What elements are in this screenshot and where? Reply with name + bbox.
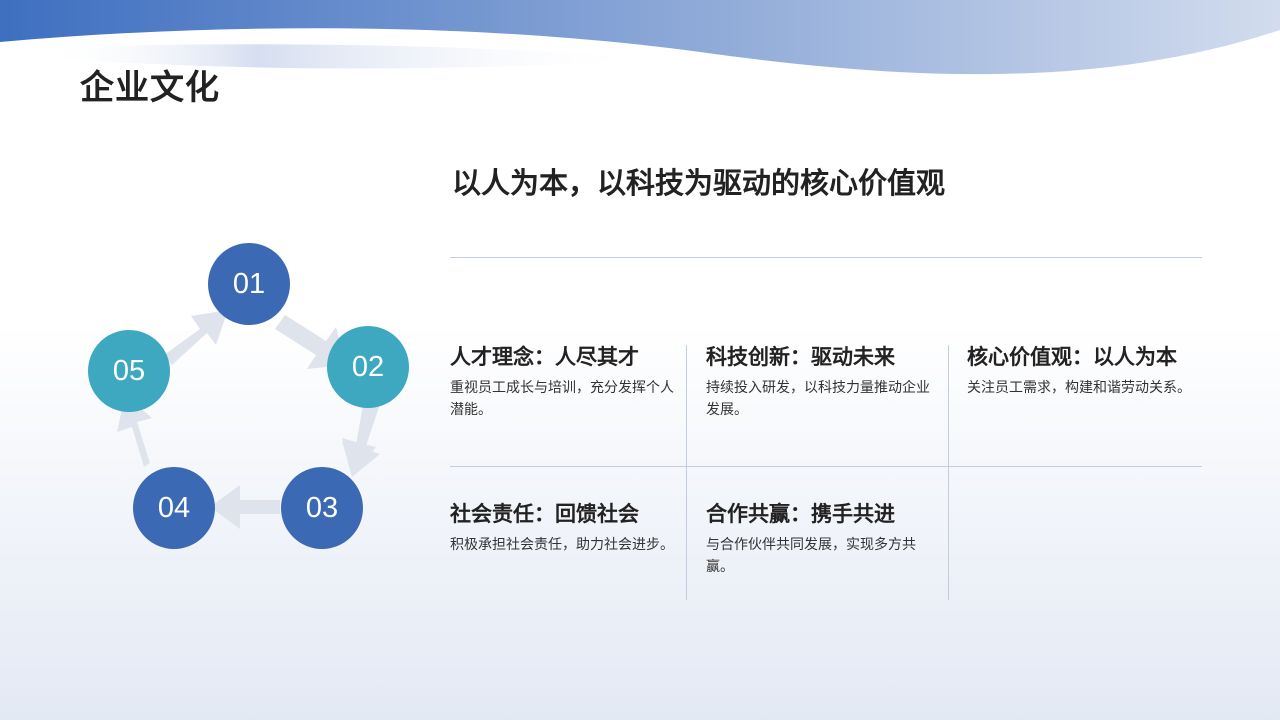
arrow-02-03b bbox=[342, 399, 380, 477]
cell-title: 科技创新：驱动未来 bbox=[706, 345, 895, 369]
cell-description: 与合作伙伴共同发展，实现多方共赢。 bbox=[706, 537, 916, 575]
value-cell-core-values: 核心价值观：以人为本 关注员工需求，构建和谐劳动关系。 bbox=[967, 341, 1197, 399]
arrow-05-01 bbox=[164, 310, 228, 365]
value-cell-innovation: 科技创新：驱动未来 持续投入研发，以科技力量推动企业发展。 bbox=[706, 341, 936, 421]
cell-description: 重视员工成长与培训，充分发挥个人潜能。 bbox=[450, 380, 674, 418]
page-title: 企业文化 bbox=[80, 68, 220, 108]
grid-divider-h bbox=[450, 466, 1202, 467]
value-cell-social-responsibility: 社会责任：回馈社会 积极承担社会责任，助力社会进步。 bbox=[450, 498, 680, 556]
section-subtitle: 以人为本，以科技为驱动的核心价值观 bbox=[452, 166, 946, 200]
cell-title: 人才理念：人尽其才 bbox=[450, 345, 639, 369]
value-cell-talent: 人才理念：人尽其才 重视员工成长与培训，充分发挥个人潜能。 bbox=[450, 341, 680, 421]
cell-description: 积极承担社会责任，助力社会进步。 bbox=[450, 537, 674, 553]
cell-title: 社会责任：回馈社会 bbox=[450, 502, 639, 526]
cell-description: 持续投入研发，以科技力量推动企业发展。 bbox=[706, 380, 930, 418]
cycle-node-04: 04 bbox=[133, 467, 215, 549]
grid-divider-v1 bbox=[686, 345, 687, 600]
grid-divider-v2 bbox=[948, 345, 949, 600]
cycle-diagram: 01 02 03 04 05 bbox=[80, 235, 420, 555]
cell-title: 核心价值观：以人为本 bbox=[967, 345, 1177, 369]
value-cell-cooperation: 合作共赢：携手共进 与合作伙伴共同发展，实现多方共赢。 bbox=[706, 498, 936, 578]
cell-description: 关注员工需求，构建和谐劳动关系。 bbox=[967, 380, 1191, 396]
cycle-node-05: 05 bbox=[88, 330, 170, 412]
cell-title: 合作共赢：携手共进 bbox=[706, 502, 895, 526]
cycle-node-02: 02 bbox=[327, 326, 409, 408]
top-divider bbox=[450, 257, 1202, 258]
cycle-node-01: 01 bbox=[208, 243, 290, 325]
cycle-node-03: 03 bbox=[281, 467, 363, 549]
arrow-03-04 bbox=[210, 485, 280, 529]
